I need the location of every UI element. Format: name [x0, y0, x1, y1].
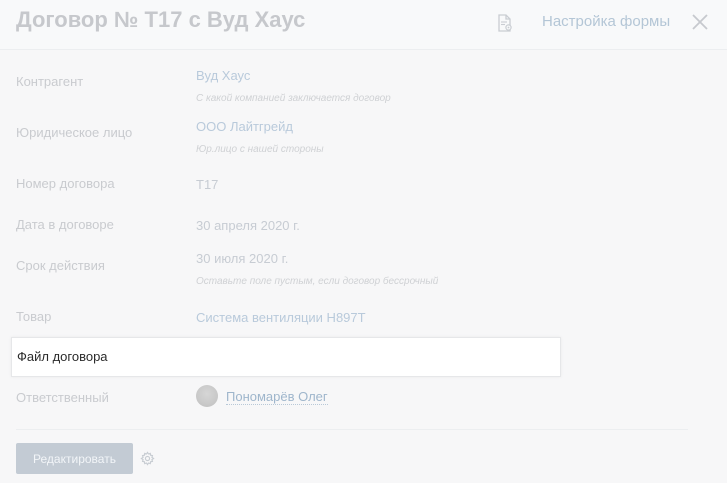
- validity-value: 30 июля 2020 г.: [196, 251, 289, 266]
- edit-button[interactable]: Редактировать: [16, 443, 133, 474]
- contract-date-label: Дата в договоре: [16, 217, 114, 232]
- legal-entity-hint: Юр.лицо с нашей стороны: [196, 144, 324, 155]
- gear-icon[interactable]: [140, 451, 155, 466]
- counterparty-label: Контрагент: [16, 74, 84, 89]
- legal-entity-value[interactable]: ООО Лайтгрейд: [196, 119, 293, 134]
- contract-file-row[interactable]: Файл договора: [11, 337, 561, 377]
- validity-label: Срок действия: [16, 258, 105, 273]
- close-icon[interactable]: [690, 12, 710, 32]
- contract-number-value: Т17: [196, 177, 219, 192]
- product-label: Товар: [16, 309, 52, 324]
- footer-divider: [16, 429, 688, 430]
- responsible-label: Ответственный: [16, 390, 109, 405]
- counterparty-value[interactable]: Вуд Хаус: [196, 68, 250, 83]
- document-settings-icon[interactable]: [497, 14, 513, 32]
- validity-hint: Оставьте поле пустым, если договор бесср…: [196, 276, 439, 287]
- responsible-user-link[interactable]: Пономарёв Олег: [226, 390, 328, 405]
- contract-number-label: Номер договора: [16, 176, 115, 191]
- form-settings-link[interactable]: Настройка формы: [542, 13, 670, 30]
- page-title: Договор № Т17 с Вуд Хаус: [16, 7, 306, 32]
- contract-form-window: Договор № Т17 с Вуд Хаус Настройка формы…: [0, 0, 727, 483]
- product-value[interactable]: Система вентиляции Н897Т: [196, 310, 366, 325]
- form-header: Договор № Т17 с Вуд Хаус Настройка формы: [0, 0, 727, 50]
- legal-entity-label: Юридическое лицо: [16, 125, 133, 140]
- contract-date-value: 30 апреля 2020 г.: [196, 218, 300, 233]
- contract-file-label: Файл договора: [17, 349, 108, 364]
- avatar: [196, 385, 218, 407]
- counterparty-hint: С какой компанией заключается договор: [196, 93, 391, 104]
